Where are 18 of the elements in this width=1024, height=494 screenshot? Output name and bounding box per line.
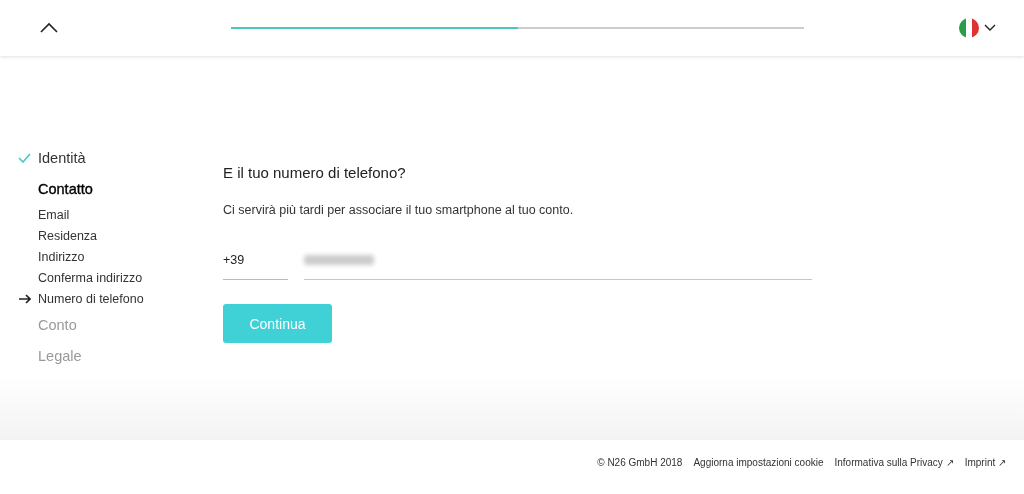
country-code-field[interactable]: +39 — [223, 247, 288, 280]
footer-link[interactable]: Aggiorna impostazioni cookie — [693, 457, 824, 468]
step-label[interactable]: Identità — [38, 149, 86, 166]
substep-label[interactable]: Conferma indirizzo — [38, 270, 143, 285]
form-title: E il tuo numero di telefono? — [223, 164, 407, 181]
form-description: Ci servirà più tardi per associare il tuo smartphone al tuo conto. — [223, 203, 575, 217]
footer-link[interactable]: Informativa sulla Privacy ↗ — [834, 457, 954, 468]
flag-icon[interactable] — [959, 18, 979, 38]
substep-label[interactable]: Numero di telefono — [38, 291, 144, 306]
footer-link[interactable]: Imprint ↗ — [964, 457, 1006, 468]
substep-label[interactable]: Residenza — [38, 228, 98, 243]
substep-label[interactable]: Indirizzo — [38, 249, 85, 264]
copyright-text: © N26 GmbH 2018 — [597, 457, 683, 468]
blurred-value — [304, 255, 374, 265]
step-label[interactable]: Contatto — [38, 180, 93, 197]
chevron-up-icon[interactable] — [40, 22, 58, 34]
chevron-down-icon[interactable] — [984, 24, 996, 32]
substep-label[interactable]: Email — [38, 207, 70, 222]
